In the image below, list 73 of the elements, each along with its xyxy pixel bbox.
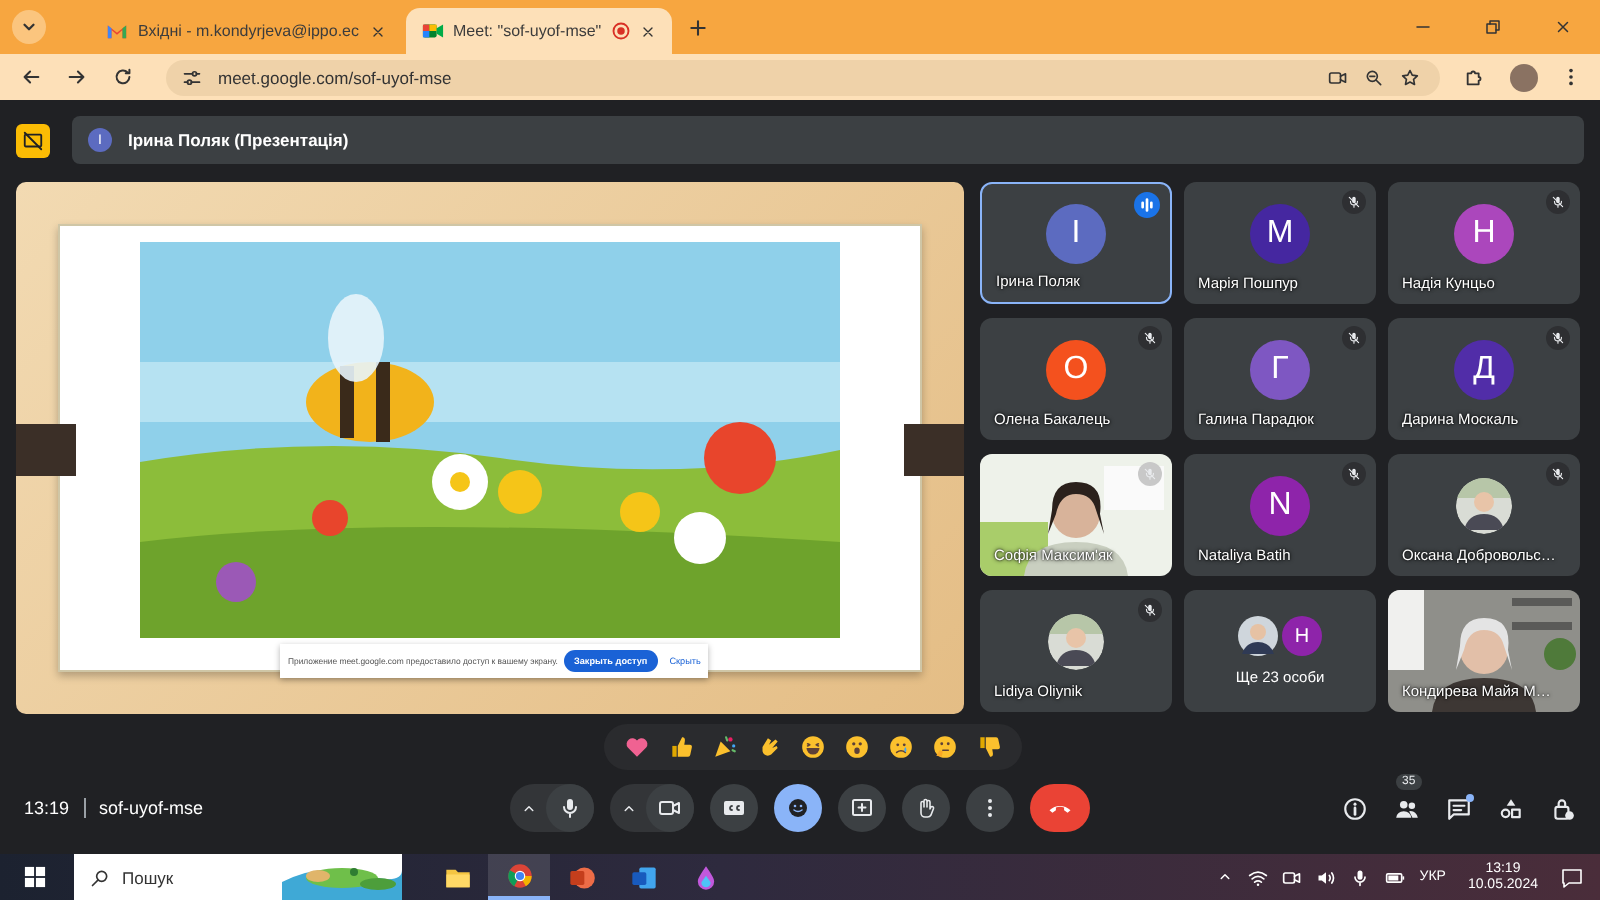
back-arrow-icon[interactable]	[20, 66, 42, 88]
microphone-icon[interactable]	[1349, 867, 1370, 887]
thinking-emoji-icon[interactable]	[931, 734, 957, 760]
avatar: І	[1046, 203, 1106, 263]
thumbs-down-icon[interactable]	[975, 734, 1001, 760]
star-icon[interactable]	[1400, 67, 1420, 87]
end-call-button[interactable]	[1030, 784, 1090, 832]
video-camera-icon[interactable]	[658, 796, 682, 820]
video-camera-icon[interactable]	[1281, 867, 1302, 887]
tune-icon[interactable]	[182, 67, 202, 87]
wifi-icon[interactable]	[1247, 867, 1268, 887]
chat-icon[interactable]	[1446, 795, 1472, 821]
speaker-icon[interactable]	[1315, 867, 1336, 887]
camera-button[interactable]	[646, 784, 694, 832]
presentation-app-icon[interactable]	[567, 863, 595, 891]
video-camera-icon[interactable]	[1328, 67, 1348, 87]
emoji-button[interactable]	[774, 784, 822, 832]
mail-icon	[106, 22, 128, 40]
info-icon[interactable]	[1342, 795, 1368, 821]
close-icon[interactable]	[639, 23, 656, 39]
hand-icon[interactable]	[914, 796, 938, 820]
avatar: Н	[1282, 616, 1322, 656]
more-options-button[interactable]	[966, 784, 1014, 832]
search-icon	[90, 867, 110, 887]
chrome-icon[interactable]	[505, 861, 533, 889]
reload-icon[interactable]	[112, 66, 134, 88]
search-field[interactable]: Пошук	[74, 854, 402, 900]
avatar: N	[1250, 475, 1310, 535]
party-popper-icon[interactable]	[711, 734, 737, 760]
shapes-icon[interactable]	[1498, 795, 1524, 821]
puzzle-piece-icon[interactable]	[1464, 66, 1486, 88]
present-button[interactable]	[838, 784, 886, 832]
avatar: Г	[1250, 339, 1310, 399]
thumbs-up-icon[interactable]	[667, 734, 693, 760]
screen-plus-icon[interactable]	[850, 796, 874, 820]
microphone-button[interactable]	[546, 784, 594, 832]
battery-icon[interactable]	[1383, 867, 1406, 887]
smiley-icon[interactable]	[786, 796, 810, 820]
presentation-icon[interactable]	[16, 123, 50, 157]
lock-icon[interactable]	[1550, 795, 1576, 821]
video-camera-icon	[421, 22, 443, 40]
address-bar[interactable]: meet.google.com/sof-uyof-mse	[166, 59, 1440, 95]
document-app-icon[interactable]	[629, 863, 657, 891]
audio-level-icon	[1134, 192, 1160, 218]
meeting-time: 13:19	[24, 798, 86, 818]
chevron-down-icon	[20, 18, 38, 36]
laughing-emoji-icon[interactable]	[799, 734, 825, 760]
plus-icon[interactable]	[687, 17, 708, 37]
avatar: Н	[1454, 203, 1514, 263]
captions-button[interactable]	[710, 784, 758, 832]
forward-arrow-icon[interactable]	[66, 66, 88, 88]
zoom-icon[interactable]	[1364, 67, 1384, 87]
avatar: Д	[1454, 339, 1514, 399]
meeting-code: sof-uyof-mse	[99, 798, 204, 818]
avatar: О	[1046, 339, 1106, 399]
surprised-emoji-icon[interactable]	[843, 734, 869, 760]
close-icon[interactable]	[1554, 18, 1572, 36]
crying-emoji-icon[interactable]	[887, 734, 913, 760]
screen-off-icon	[22, 129, 44, 151]
notification-icon[interactable]	[1560, 865, 1584, 889]
heart-icon[interactable]	[623, 734, 649, 760]
microphone-icon[interactable]	[558, 796, 582, 820]
profile-avatar[interactable]	[1510, 63, 1538, 91]
browser-tab[interactable]: Вхідні - m.kondyrjeva@ippo.ec	[90, 8, 401, 54]
people-icon[interactable]	[1394, 795, 1420, 821]
browser-tab[interactable]: Meet: "sof-uyof-mse"	[405, 8, 672, 54]
raise-hand-button[interactable]	[902, 784, 950, 832]
close-icon[interactable]	[369, 23, 385, 39]
avatar: М	[1250, 203, 1310, 263]
tab-menu-button[interactable]	[12, 10, 46, 44]
captions-icon[interactable]	[722, 796, 746, 820]
restore-icon[interactable]	[1484, 18, 1502, 36]
windows-logo-icon[interactable]	[24, 866, 46, 888]
